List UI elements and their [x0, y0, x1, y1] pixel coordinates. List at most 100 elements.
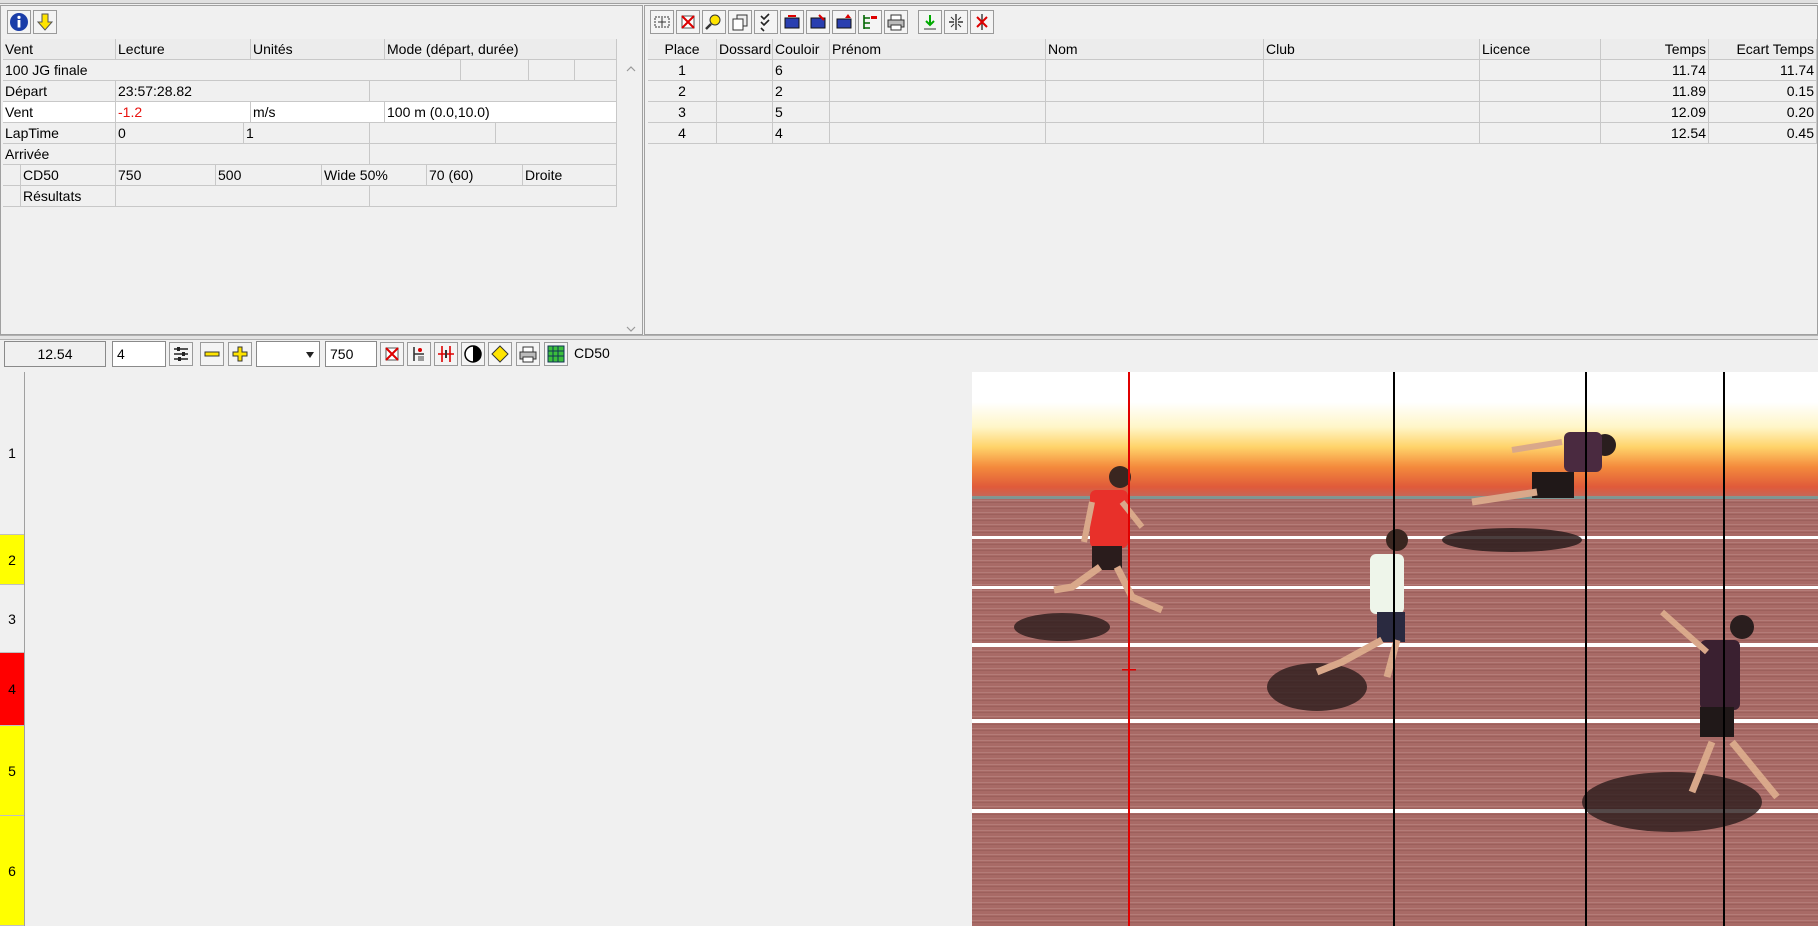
cut-icon	[976, 14, 988, 30]
table-row[interactable]: 1 6 11.74 11.74	[648, 60, 1817, 81]
col-nom[interactable]: Nom	[1046, 39, 1264, 60]
zoom-in-button[interactable]	[228, 342, 252, 366]
align-button[interactable]	[434, 342, 458, 366]
time-line[interactable]	[1723, 372, 1725, 926]
lane-marker-6[interactable]: 6	[0, 816, 24, 926]
zoom-out-icon	[204, 351, 220, 357]
cell-couloir: 5	[773, 102, 830, 123]
zoom-input[interactable]: 750	[325, 341, 377, 367]
search-button[interactable]	[702, 10, 726, 34]
print-results-button[interactable]	[884, 10, 908, 34]
scroll-up-icon[interactable]	[626, 64, 636, 74]
arrivee-label: Arrivée	[3, 144, 116, 165]
lane-input[interactable]: 4	[112, 341, 166, 367]
clear-button[interactable]	[380, 342, 404, 366]
lane-marker-3[interactable]: 3	[0, 585, 24, 653]
col-prenom[interactable]: Prénom	[830, 39, 1046, 60]
col-place[interactable]: Place	[648, 39, 717, 60]
contrast-button[interactable]	[461, 342, 485, 366]
header-vent[interactable]: Vent	[3, 39, 116, 60]
camera-row[interactable]: CD50 750 500 Wide 50% 70 (60) Droite	[3, 165, 617, 186]
time-line[interactable]	[1585, 372, 1587, 926]
vent-mode[interactable]: 100 m (0.0,10.0)	[385, 102, 617, 123]
header-lecture[interactable]: Lecture	[116, 39, 251, 60]
results-header-row: Place Dossard Couloir Prénom Nom Club Li…	[648, 39, 1817, 60]
settings-icon	[174, 347, 188, 361]
table-row[interactable]: 2 2 11.89 0.15	[648, 81, 1817, 102]
accept-button[interactable]	[918, 10, 942, 34]
viewer-empty-area[interactable]	[26, 372, 972, 926]
download-button[interactable]	[33, 10, 57, 34]
vent-row[interactable]: Vent -1.2 m/s 100 m (0.0,10.0)	[3, 102, 617, 123]
race-name-row[interactable]: 100 JG finale	[3, 60, 617, 81]
col-couloir[interactable]: Couloir	[773, 39, 830, 60]
laptime-row[interactable]: LapTime 0 1	[3, 123, 617, 144]
photo-finish-image[interactable]	[972, 372, 1818, 926]
scroll-down-icon[interactable]	[626, 324, 636, 334]
accept-icon	[924, 15, 936, 30]
edit-list-button[interactable]	[806, 10, 830, 34]
header-unites[interactable]: Unités	[251, 39, 385, 60]
lane-marker-5[interactable]: 5	[0, 726, 24, 816]
laptime-empty-2	[496, 123, 617, 144]
info-scrollbar[interactable]	[622, 64, 640, 334]
laptime-value-1[interactable]: 0	[116, 123, 244, 144]
time-display: 12.54	[4, 341, 106, 367]
zoom-out-button[interactable]	[200, 342, 224, 366]
col-club[interactable]: Club	[1264, 39, 1480, 60]
vent-reading[interactable]: -1.2	[116, 102, 251, 123]
resultats-row[interactable]: Résultats	[3, 186, 617, 207]
measure-button[interactable]	[407, 342, 431, 366]
export-icon	[836, 14, 852, 29]
cell-dossard	[717, 60, 773, 81]
time-line[interactable]	[1393, 372, 1395, 926]
cell-nom	[1046, 60, 1264, 81]
info-button[interactable]	[7, 10, 31, 34]
split-icon	[949, 14, 963, 30]
checklist-button[interactable]	[754, 10, 778, 34]
cell-prenom	[830, 60, 1046, 81]
delete-button[interactable]	[676, 10, 700, 34]
col-ecart[interactable]: Ecart Temps	[1709, 39, 1817, 60]
arrivee-row[interactable]: Arrivée	[3, 144, 617, 165]
camera-side: Droite	[523, 165, 617, 186]
laptime-value-2[interactable]: 1	[244, 123, 370, 144]
tree-button[interactable]	[858, 10, 882, 34]
window-top-strip	[0, 0, 1818, 4]
select-all-button[interactable]	[650, 10, 674, 34]
table-row[interactable]: 3 5 12.09 0.20	[648, 102, 1817, 123]
col-licence[interactable]: Licence	[1480, 39, 1601, 60]
cell-club	[1264, 102, 1480, 123]
cell-ecart: 0.45	[1709, 123, 1817, 144]
panel-splitter[interactable]	[0, 335, 1818, 340]
cursor-line[interactable]	[1128, 372, 1130, 926]
cell-club	[1264, 123, 1480, 144]
results-panel: Place Dossard Couloir Prénom Nom Club Li…	[644, 5, 1818, 335]
split-button[interactable]	[944, 10, 968, 34]
export-button[interactable]	[832, 10, 856, 34]
lane-marker-1[interactable]: 1	[0, 372, 24, 535]
cell-licence	[1480, 102, 1601, 123]
col-dossard[interactable]: Dossard	[717, 39, 773, 60]
chevron-down-icon[interactable]	[305, 351, 315, 359]
import-button[interactable]	[780, 10, 804, 34]
grid-button[interactable]	[544, 342, 568, 366]
results-table: Place Dossard Couloir Prénom Nom Club Li…	[648, 39, 1817, 144]
lane-strip: 1 2 3 4 5 6	[0, 372, 25, 926]
col-temps[interactable]: Temps	[1601, 39, 1709, 60]
view-dropdown[interactable]	[256, 341, 320, 367]
table-row[interactable]: 4 4 12.54 0.45	[648, 123, 1817, 144]
lane-marker-4[interactable]: 4	[0, 653, 24, 726]
print-view-button[interactable]	[516, 342, 540, 366]
copy-button[interactable]	[728, 10, 752, 34]
header-mode[interactable]: Mode (départ, durée)	[385, 39, 617, 60]
marker-button[interactable]	[488, 342, 512, 366]
depart-empty	[370, 81, 617, 102]
settings-button[interactable]	[169, 342, 193, 366]
depart-row[interactable]: Départ 23:57:28.82	[3, 81, 617, 102]
lane-marker-2[interactable]: 2	[0, 535, 24, 585]
cut-button[interactable]	[970, 10, 994, 34]
resultats-indent	[3, 186, 21, 207]
cell-prenom	[830, 102, 1046, 123]
cell-temps: 11.89	[1601, 81, 1709, 102]
